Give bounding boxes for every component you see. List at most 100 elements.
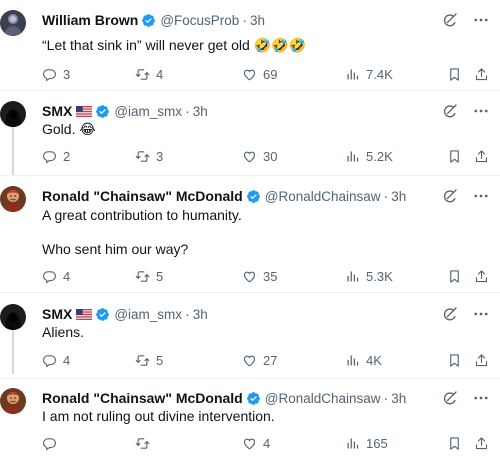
share-button[interactable] [474, 147, 495, 165]
retweet-count: 5 [156, 268, 164, 284]
like-icon [242, 353, 257, 368]
timestamp[interactable]: 3h [193, 307, 208, 322]
dark-figure-avatar [0, 10, 26, 36]
views-icon [345, 149, 360, 164]
user-handle[interactable]: @iam_smx [114, 104, 182, 119]
reply-icon [42, 353, 57, 368]
verified-badge-icon [95, 104, 110, 119]
views-icon [345, 269, 360, 284]
bookmark-button[interactable] [447, 267, 468, 285]
grok-icon[interactable] [442, 188, 458, 204]
like-button[interactable]: 4 [242, 434, 270, 452]
more-icon[interactable] [472, 305, 490, 323]
grok-icon[interactable] [442, 103, 458, 119]
views-button[interactable]: 5.3K [345, 267, 393, 285]
avatar[interactable] [0, 186, 26, 212]
timestamp[interactable]: 3h [391, 189, 406, 204]
bookmark-icon [447, 149, 462, 164]
share-button[interactable] [474, 267, 495, 285]
separator-dot: · [383, 390, 389, 406]
reply-icon [42, 436, 57, 451]
views-button[interactable]: 165 [345, 434, 388, 452]
tweet-text: “Let that sink in” will never get old 🤣🤣… [42, 37, 306, 53]
user-handle[interactable]: @iam_smx [114, 307, 182, 322]
like-count: 27 [263, 352, 278, 368]
like-button[interactable]: 27 [242, 351, 277, 369]
user-handle[interactable]: @RonaldChainsaw [265, 391, 381, 406]
tweet-header: Ronald "Chainsaw" McDonald @RonaldChains… [42, 186, 406, 206]
tweet-text: I am not ruling out divine intervention. [42, 408, 275, 424]
timestamp[interactable]: 3h [250, 13, 265, 28]
views-button[interactable]: 7.4K [345, 65, 393, 83]
avatar[interactable] [0, 101, 26, 127]
display-name[interactable]: Ronald "Chainsaw" McDonald [42, 188, 243, 204]
view-count: 7.4K [366, 66, 393, 82]
user-handle[interactable]: @FocusProb [160, 13, 239, 28]
share-button[interactable] [474, 351, 495, 369]
retweet-icon [135, 353, 150, 368]
like-button[interactable]: 30 [242, 147, 277, 165]
tweet-0[interactable]: William Brown @FocusProb · 3h “Let that … [0, 10, 500, 90]
reply-button[interactable]: 4 [42, 267, 70, 285]
share-icon [474, 436, 489, 451]
grok-icon[interactable] [442, 306, 458, 322]
retweet-button[interactable]: 5 [135, 351, 163, 369]
grok-icon[interactable] [442, 390, 458, 406]
tweet-text: A great contribution to humanity. Who se… [42, 207, 242, 257]
bookmark-icon [447, 353, 462, 368]
like-count: 35 [263, 268, 278, 284]
reply-button[interactable]: 3 [42, 65, 70, 83]
action-bar: 4 5 27 4K [42, 351, 500, 369]
timestamp[interactable]: 3h [193, 104, 208, 119]
display-name[interactable]: Ronald "Chainsaw" McDonald [42, 390, 243, 406]
divider [0, 175, 500, 176]
avatar[interactable] [0, 10, 26, 36]
retweet-button[interactable]: 3 [135, 147, 163, 165]
divider [0, 378, 500, 379]
bookmark-button[interactable] [447, 147, 468, 165]
view-count: 165 [366, 435, 388, 451]
retweet-count: 3 [156, 148, 164, 164]
hooded-avatar [0, 304, 26, 330]
verified-badge-icon [95, 307, 110, 322]
avatar[interactable] [0, 304, 26, 330]
more-icon[interactable] [472, 187, 490, 205]
display-name[interactable]: SMX [42, 306, 72, 322]
like-button[interactable]: 35 [242, 267, 277, 285]
bookmark-button[interactable] [447, 65, 468, 83]
verified-badge-icon [246, 391, 261, 406]
reply-button[interactable]: 2 [42, 147, 70, 165]
bookmark-button[interactable] [447, 351, 468, 369]
share-button[interactable] [474, 434, 495, 452]
separator-dot: · [185, 103, 190, 119]
views-button[interactable]: 5.2K [345, 147, 393, 165]
tweet-3[interactable]: SMX @iam_smx · 3h Aliens. 4 5 27 4K [0, 304, 500, 374]
more-icon[interactable] [472, 389, 490, 407]
like-button[interactable]: 69 [242, 65, 277, 83]
tweet-2[interactable]: Ronald "Chainsaw" McDonald @RonaldChains… [0, 186, 500, 286]
reply-button[interactable]: 4 [42, 351, 70, 369]
tweet-4[interactable]: Ronald "Chainsaw" McDonald @RonaldChains… [0, 388, 500, 458]
bookmark-icon [447, 269, 462, 284]
grok-icon[interactable] [442, 12, 458, 28]
verified-badge-icon [141, 13, 156, 28]
views-button[interactable]: 4K [345, 351, 382, 369]
action-bar: 3 4 69 7.4K [42, 65, 500, 83]
bookmark-button[interactable] [447, 434, 468, 452]
retweet-button[interactable] [135, 434, 156, 452]
timestamp[interactable]: 3h [391, 391, 406, 406]
display-name[interactable]: SMX [42, 103, 72, 119]
retweet-count: 4 [156, 66, 164, 82]
reply-button[interactable] [42, 434, 63, 452]
retweet-button[interactable]: 5 [135, 267, 163, 285]
avatar[interactable] [0, 388, 26, 414]
tweet-header: Ronald "Chainsaw" McDonald @RonaldChains… [42, 388, 406, 408]
more-icon[interactable] [472, 102, 490, 120]
tweet-1[interactable]: SMX @iam_smx · 3h Gold. 😂 2 3 30 5.2K [0, 101, 500, 171]
share-button[interactable] [474, 65, 495, 83]
more-icon[interactable] [472, 11, 490, 29]
user-handle[interactable]: @RonaldChainsaw [265, 189, 381, 204]
display-name[interactable]: William Brown [42, 12, 138, 28]
retweet-button[interactable]: 4 [135, 65, 163, 83]
separator-dot: · [185, 306, 190, 322]
